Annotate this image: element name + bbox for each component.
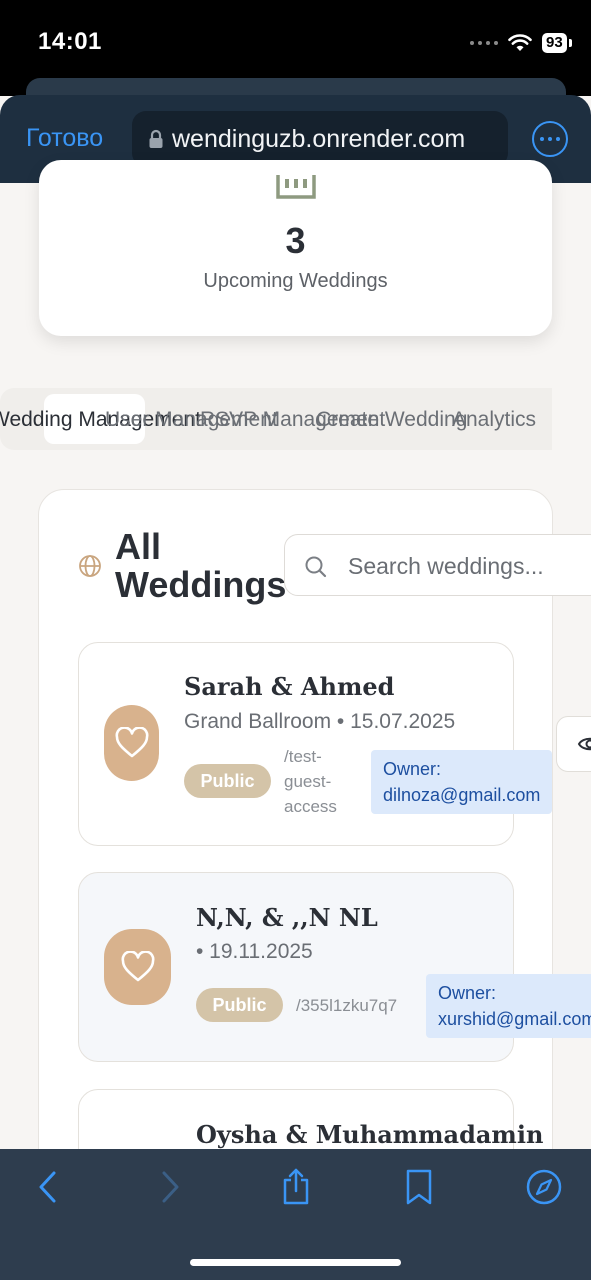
- status-time: 14:01: [38, 28, 102, 55]
- home-indicator: [190, 1259, 401, 1266]
- wedding-names: Oysha & Muhammadamin: [196, 1120, 544, 1149]
- address-bar[interactable]: wendinguzb.onrender.com: [132, 111, 508, 167]
- globe-icon: [79, 555, 101, 577]
- calendar-icon: [276, 175, 316, 199]
- owner-label: Owner:: [383, 759, 442, 779]
- wedding-avatar: [104, 929, 171, 1005]
- lock-icon: [149, 129, 163, 148]
- view-button[interactable]: [556, 716, 591, 772]
- battery-level: 93: [542, 33, 567, 53]
- public-badge: Public: [184, 764, 271, 798]
- wifi-icon: [508, 34, 532, 51]
- owner-label: Owner:: [438, 983, 497, 1003]
- compass-icon[interactable]: [525, 1167, 563, 1207]
- wedding-link[interactable]: /test-guest-access: [284, 744, 348, 819]
- url-text: wendinguzb.onrender.com: [172, 124, 466, 153]
- search-icon: [305, 556, 327, 578]
- tab-create-wedding[interactable]: Create Wedding: [316, 408, 467, 432]
- public-badge: Public: [196, 988, 283, 1022]
- back-icon[interactable]: [36, 1167, 60, 1207]
- tab-analytics[interactable]: Analytics: [452, 408, 536, 432]
- signal-icon: [470, 41, 498, 45]
- upcoming-weddings-label: Upcoming Weddings: [203, 270, 388, 292]
- owner-info: Owner: xurshid@gmail.com: [426, 974, 591, 1038]
- heart-icon: [121, 951, 154, 982]
- done-button[interactable]: Готово: [26, 124, 103, 153]
- share-icon[interactable]: [280, 1167, 312, 1207]
- wedding-names: N,N, & ,,N NL: [196, 903, 378, 932]
- search-placeholder: Search weddings...: [348, 553, 544, 579]
- bookmarks-icon[interactable]: [403, 1167, 435, 1207]
- status-indicators: 93: [470, 30, 572, 56]
- more-options-button[interactable]: [532, 121, 568, 157]
- heart-icon: [115, 727, 148, 758]
- wedding-venue-date: Grand Ballroom • 15.07.2025: [184, 710, 456, 733]
- battery-icon: [568, 39, 572, 47]
- owner-email: xurshid@gmail.com: [438, 1009, 591, 1029]
- wedding-link[interactable]: /355l1zku7q7: [296, 993, 397, 1018]
- owner-info: Owner: dilnoza@gmail.com: [371, 750, 553, 814]
- all-weddings-title: All Weddings: [115, 526, 287, 605]
- owner-email: dilnoza@gmail.com: [383, 785, 541, 805]
- forward-icon[interactable]: [158, 1167, 182, 1207]
- upcoming-weddings-count: 3: [285, 220, 306, 261]
- wedding-names: Sarah & Ahmed: [184, 672, 395, 701]
- wedding-date: • 19.11.2025: [196, 940, 313, 963]
- wedding-avatar: [104, 705, 159, 781]
- stats-card: 3 Upcoming Weddings: [39, 160, 552, 336]
- eye-icon: [577, 737, 591, 751]
